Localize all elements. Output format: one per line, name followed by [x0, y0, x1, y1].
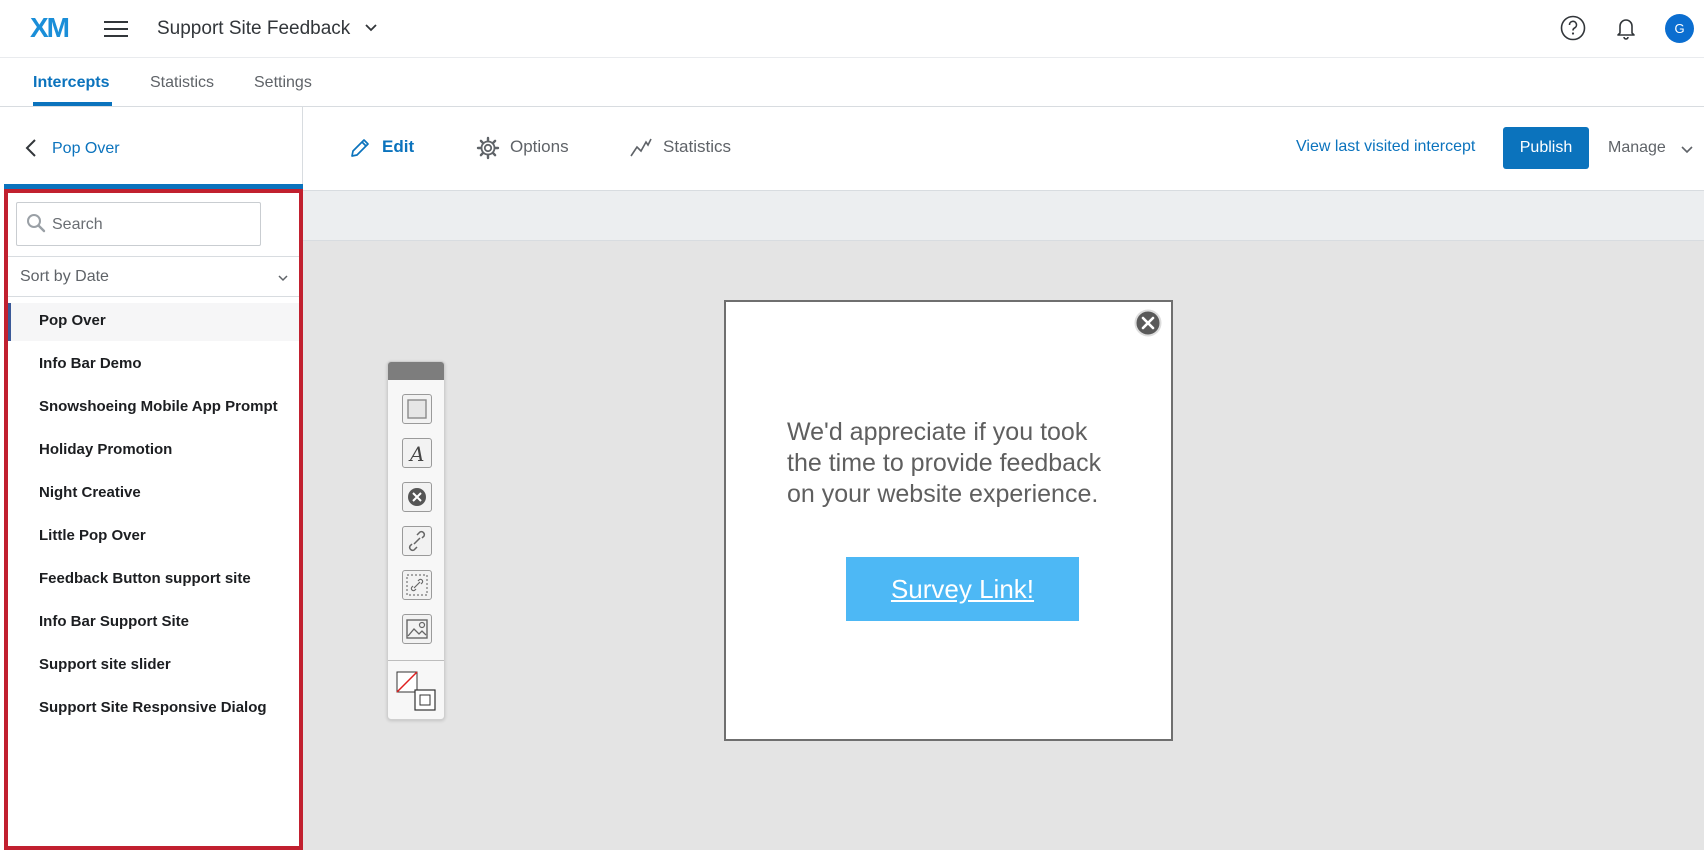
tab-statistics[interactable]: Statistics [150, 74, 214, 92]
left-panel-title[interactable]: Pop Over [52, 140, 120, 158]
link-icon[interactable] [402, 526, 432, 556]
svg-text:A: A [408, 442, 424, 466]
list-item[interactable]: Holiday Promotion [8, 432, 299, 470]
list-item[interactable]: Feedback Button support site [8, 561, 299, 599]
xm-logo[interactable]: XM [30, 12, 70, 44]
top-bar: XM Support Site Feedback G [0, 0, 1704, 58]
line-chart-icon[interactable] [629, 136, 653, 160]
back-chevron-icon[interactable] [22, 137, 42, 159]
list-item[interactable]: Info Bar Demo [8, 346, 299, 384]
list-item[interactable]: Support Site Responsive Dialog [8, 690, 299, 728]
main-tabs: Intercepts Statistics Settings [0, 58, 1704, 107]
search-icon [27, 214, 46, 233]
list-item[interactable]: Info Bar Support Site [8, 604, 299, 642]
list-item[interactable]: Pop Over [8, 303, 299, 341]
close-icon[interactable] [1134, 309, 1162, 337]
menu-icon[interactable] [104, 19, 130, 39]
chevron-down-icon[interactable] [361, 17, 381, 37]
list-item[interactable]: Little Pop Over [8, 518, 299, 556]
search-box[interactable] [16, 202, 261, 246]
edit-button[interactable]: Edit [382, 137, 414, 157]
statistics-button[interactable]: Statistics [663, 137, 731, 157]
rectangle-icon[interactable] [402, 394, 432, 424]
element-tool-palette: A [387, 361, 445, 720]
sort-dropdown[interactable]: Sort by Date [8, 256, 299, 297]
pencil-icon[interactable] [348, 136, 372, 160]
manage-dropdown[interactable]: Manage [1608, 139, 1666, 157]
list-item[interactable]: Snowshoeing Mobile App Prompt [8, 389, 299, 427]
publish-button[interactable]: Publish [1503, 127, 1589, 169]
search-input[interactable] [52, 214, 252, 236]
survey-link-button[interactable]: Survey Link! [846, 557, 1079, 621]
popover-message[interactable]: We'd appreciate if you took the time to … [787, 417, 1127, 510]
bell-icon[interactable] [1611, 13, 1641, 43]
color-swatch-icon[interactable] [395, 670, 439, 712]
chevron-down-icon [278, 275, 288, 282]
list-item[interactable]: Support site slider [8, 647, 299, 685]
tab-settings[interactable]: Settings [254, 74, 312, 92]
options-button[interactable]: Options [510, 137, 569, 157]
chevron-down-icon[interactable] [1679, 141, 1695, 157]
gear-icon[interactable] [476, 136, 500, 160]
close-button-icon[interactable] [402, 482, 432, 512]
left-panel-header: Pop Over [4, 107, 303, 189]
canvas-top-strip [303, 191, 1704, 241]
active-tab-indicator [33, 102, 112, 106]
list-item[interactable]: Night Creative [8, 475, 299, 513]
text-icon[interactable]: A [402, 438, 432, 468]
creative-list-sidebar: Sort by Date Pop Over Info Bar Demo Snow… [4, 189, 303, 850]
image-icon[interactable] [402, 614, 432, 644]
view-last-visited-link[interactable]: View last visited intercept [1296, 138, 1475, 156]
avatar[interactable]: G [1665, 14, 1694, 43]
palette-divider [388, 660, 444, 661]
help-icon[interactable] [1558, 13, 1588, 43]
popover-creative[interactable]: We'd appreciate if you took the time to … [724, 300, 1173, 741]
target-link-icon[interactable] [402, 570, 432, 600]
sort-label: Sort by Date [20, 268, 109, 285]
palette-drag-handle[interactable] [388, 362, 444, 380]
tab-intercepts[interactable]: Intercepts [33, 74, 109, 92]
editor-toolbar: Edit Options Statistics View last visite… [303, 107, 1704, 191]
project-title[interactable]: Support Site Feedback [157, 18, 350, 40]
